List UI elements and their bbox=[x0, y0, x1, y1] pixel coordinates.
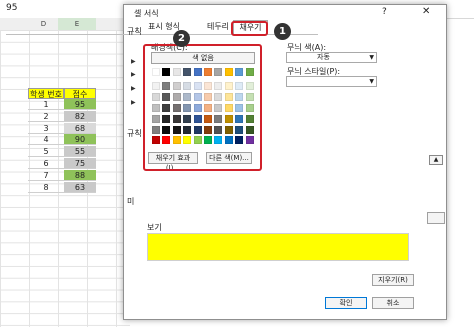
score-cell[interactable]: 95 bbox=[64, 99, 96, 110]
close-icon[interactable]: ✕ bbox=[422, 6, 430, 17]
left-cut-label: 규칙 bbox=[127, 129, 142, 138]
score-cell[interactable]: 82 bbox=[64, 110, 96, 122]
expand-arrow-icon[interactable]: ▶ bbox=[131, 58, 136, 65]
student-number-cell[interactable]: 8 bbox=[28, 182, 64, 193]
tab-border[interactable]: 테두리 bbox=[205, 20, 231, 34]
student-number-cell[interactable]: 6 bbox=[28, 158, 64, 169]
score-cell[interactable]: 88 bbox=[64, 169, 96, 181]
chevron-down-icon: ▼ bbox=[369, 78, 374, 85]
student-number-cell[interactable]: 1 bbox=[28, 99, 64, 110]
header-student-number[interactable]: 학생 번호 bbox=[28, 88, 64, 99]
clear-button[interactable]: 지우기(R) bbox=[372, 274, 414, 286]
column-header-d[interactable]: D bbox=[29, 18, 58, 30]
score-cell[interactable]: 90 bbox=[64, 134, 96, 146]
pattern-color-select[interactable]: 자동 ▼ bbox=[286, 52, 377, 63]
header-score[interactable]: 점수 bbox=[64, 88, 96, 99]
cancel-button[interactable]: 취소 bbox=[372, 297, 414, 309]
student-number-cell[interactable]: 2 bbox=[28, 111, 64, 122]
left-cut-label: 규칙 bbox=[127, 27, 142, 36]
step-badge-1: 1 bbox=[274, 23, 291, 40]
up-arrow-icon: ▲ bbox=[433, 156, 439, 163]
expand-arrow-icon[interactable]: ▶ bbox=[131, 85, 136, 92]
formula-value: 95 bbox=[6, 3, 18, 13]
score-cell[interactable]: 75 bbox=[64, 158, 96, 169]
student-number-cell[interactable]: 3 bbox=[28, 123, 64, 134]
student-number-cell[interactable]: 7 bbox=[28, 170, 64, 181]
column-header-e[interactable]: E bbox=[58, 18, 96, 30]
step-badge-2: 2 bbox=[173, 30, 190, 47]
tab-divider bbox=[6, 34, 318, 35]
ok-button[interactable]: 확인 bbox=[325, 297, 367, 309]
expand-arrow-icon[interactable]: ▶ bbox=[131, 99, 136, 106]
fill-tab-highlight bbox=[231, 21, 268, 36]
left-cut-label: 미 bbox=[127, 197, 135, 206]
dialog-title: 셀 서식 bbox=[134, 9, 159, 18]
scroll-up-button[interactable]: ▲ bbox=[429, 155, 443, 165]
score-cell[interactable]: 63 bbox=[64, 181, 96, 193]
preview-label: 보기 bbox=[147, 223, 162, 232]
score-cell[interactable]: 55 bbox=[64, 146, 96, 158]
partial-button[interactable] bbox=[427, 212, 445, 224]
student-number-cell[interactable]: 4 bbox=[28, 134, 64, 146]
pattern-style-select[interactable]: ▼ bbox=[286, 76, 377, 87]
palette-highlight bbox=[143, 44, 262, 171]
chevron-down-icon: ▼ bbox=[369, 54, 374, 61]
preview-swatch bbox=[147, 233, 409, 261]
help-icon[interactable]: ? bbox=[382, 7, 387, 17]
student-number-cell[interactable]: 5 bbox=[28, 146, 64, 158]
score-cell[interactable]: 68 bbox=[64, 122, 96, 134]
expand-arrow-icon[interactable]: ▶ bbox=[131, 71, 136, 78]
pattern-color-value: 자동 bbox=[317, 53, 330, 61]
